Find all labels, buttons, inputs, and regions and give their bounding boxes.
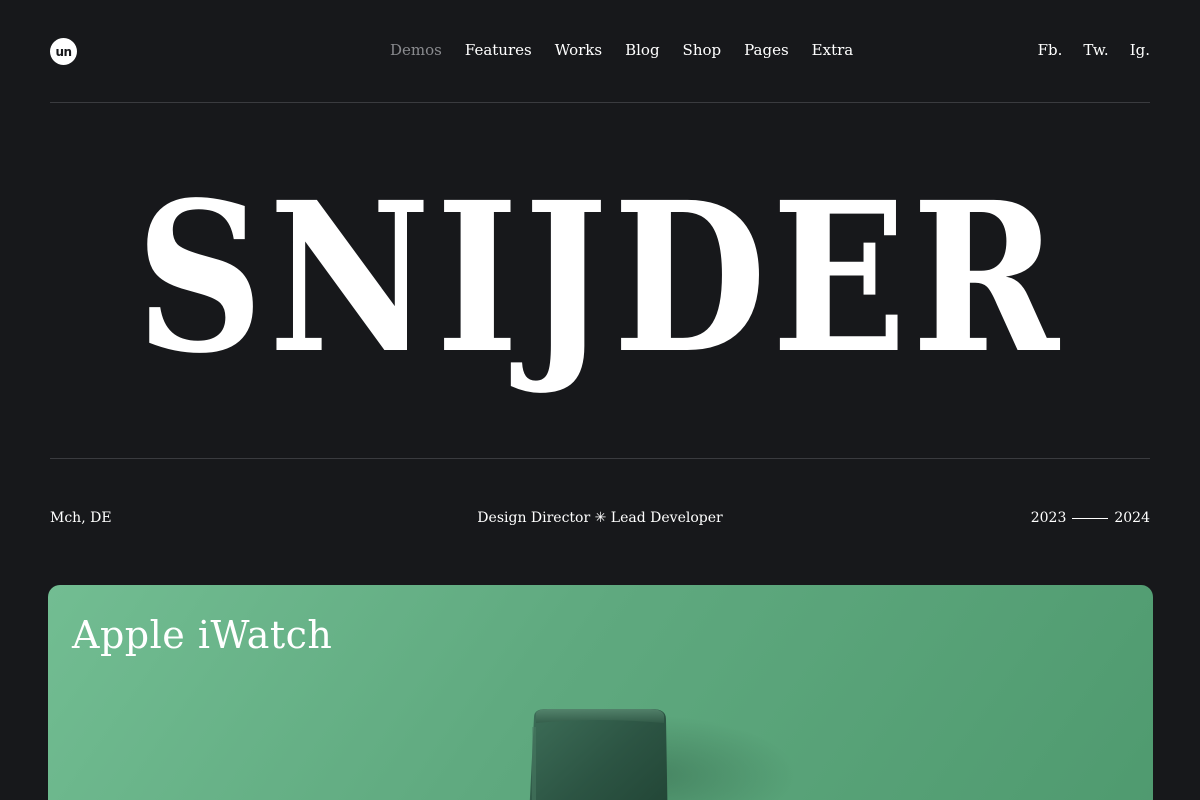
hero: SNIJDER (50, 103, 1150, 459)
social-link-facebook[interactable]: Fb. (1038, 41, 1063, 59)
social-link-instagram[interactable]: Ig. (1130, 41, 1150, 59)
nav-item-features[interactable]: Features (465, 41, 532, 59)
year-start: 2023 (1030, 510, 1067, 526)
year-dash (1072, 517, 1109, 519)
main-nav: Demos Features Works Blog Shop Pages Ext… (390, 41, 853, 59)
nav-item-extra[interactable]: Extra (812, 41, 854, 59)
apple-watch-image (529, 709, 668, 800)
location: Mch, DE (50, 510, 112, 526)
project-card-title: Apple iWatch (72, 613, 333, 657)
social-links: Fb. Tw. Ig. (1038, 41, 1150, 59)
role: Design Director ✳ Lead Developer (477, 510, 723, 526)
page: un Demos Features Works Blog Shop Pages … (0, 0, 1200, 800)
nav-item-demos[interactable]: Demos (390, 41, 442, 59)
nav-item-blog[interactable]: Blog (625, 41, 659, 59)
site-header: un Demos Features Works Blog Shop Pages … (50, 0, 1150, 103)
logo[interactable]: un (50, 38, 77, 65)
project-card[interactable]: Apple iWatch (48, 585, 1153, 800)
social-link-twitter[interactable]: Tw. (1083, 41, 1108, 59)
year-end: 2024 (1114, 510, 1150, 526)
year-range: 2023 2024 (1031, 510, 1150, 526)
nav-item-pages[interactable]: Pages (744, 41, 789, 59)
nav-item-shop[interactable]: Shop (683, 41, 722, 59)
hero-title: SNIJDER (135, 156, 1065, 399)
info-row: Mch, DE Design Director ✳ Lead Developer… (50, 510, 1150, 526)
nav-item-works[interactable]: Works (555, 41, 602, 59)
